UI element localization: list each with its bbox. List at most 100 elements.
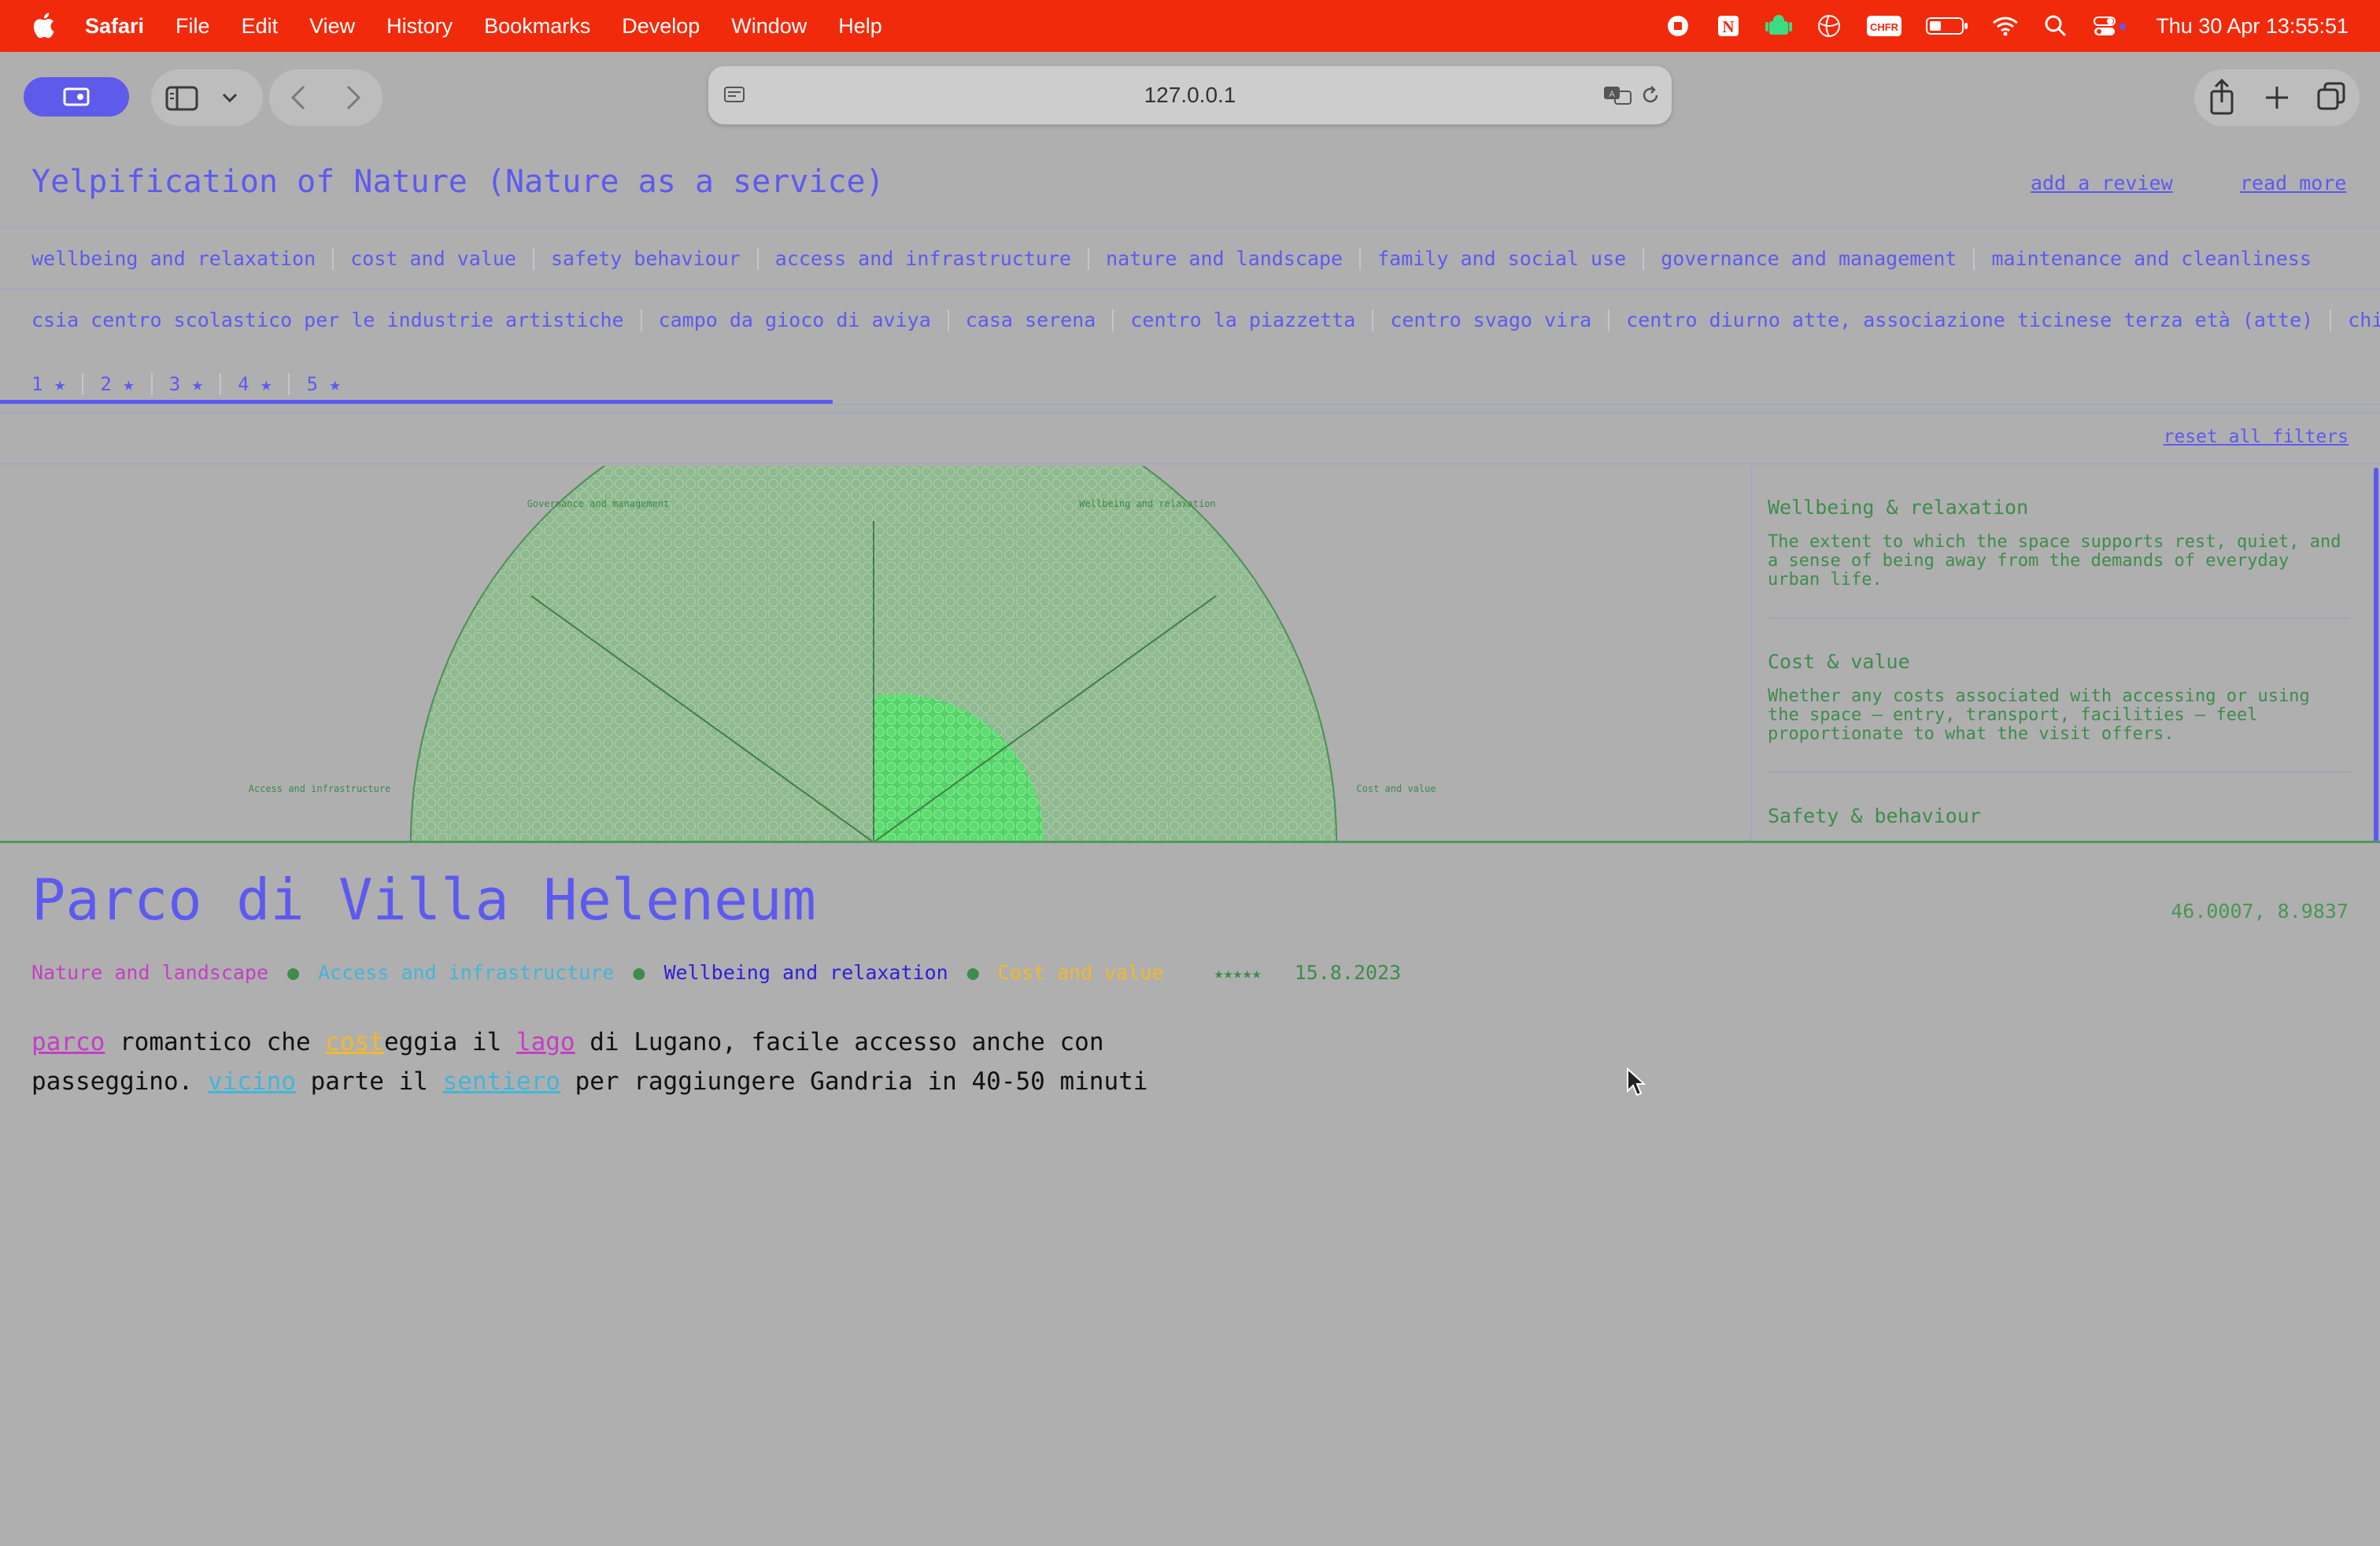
chfr-icon[interactable]: CHFR <box>1866 13 1902 39</box>
browser-window: 127.0.0.1 A Yelpification of Nature (Nat… <box>0 52 2380 1546</box>
category-filter[interactable]: access and infrastructure <box>775 247 1071 270</box>
category-filter[interactable]: governance and management <box>1661 247 1957 270</box>
definition-divider <box>1768 771 2350 773</box>
highlight-nature[interactable]: parco <box>31 1028 105 1056</box>
svg-text:CHFR: CHFR <box>1870 21 1899 33</box>
reload-icon[interactable] <box>1639 83 1662 107</box>
forward-icon[interactable] <box>326 69 382 126</box>
places-divider <box>0 404 2380 405</box>
review-fragment: passeggino. <box>31 1067 208 1096</box>
definition-title: Safety & behaviour <box>1768 804 1981 827</box>
review-fragment: per raggiungere Gandria in 40-50 minuti <box>560 1067 1148 1096</box>
place-filter[interactable]: casa serena <box>966 309 1096 331</box>
new-tab-icon[interactable] <box>2249 69 2304 126</box>
star-filter[interactable]: 5 ★ <box>306 373 340 395</box>
star-filter[interactable]: 3 ★ <box>169 373 203 395</box>
definition-cost: Cost & value Whether any costs associate… <box>1768 650 2350 744</box>
definition-text: Whether any costs associated with access… <box>1768 686 2310 744</box>
definition-title: Wellbeing & relaxation <box>1768 496 2029 519</box>
menu-window[interactable]: Window <box>731 14 807 39</box>
star-filter[interactable]: 2 ★ <box>100 373 134 395</box>
highlight-nature[interactable]: lago <box>516 1028 575 1056</box>
review-radial-chart: Governance and management Wellbeing and … <box>0 466 1750 842</box>
category-filter[interactable]: safety behaviour <box>551 247 741 270</box>
highlight-access[interactable]: sentiero <box>443 1067 560 1096</box>
definitions-scrollbar[interactable] <box>2374 468 2378 842</box>
place-filter[interactable]: campo da gioco di aviya <box>659 309 931 331</box>
place-filter[interactable]: centro svago vira <box>1390 309 1591 331</box>
menubar-clock[interactable]: Thu 30 Apr 13:55:51 <box>2156 14 2349 39</box>
menu-file[interactable]: File <box>176 14 210 39</box>
apple-logo-icon[interactable] <box>31 11 55 39</box>
reset-filters-link[interactable]: reset all filters <box>2164 427 2349 447</box>
tag-access[interactable]: Access and infrastructure <box>318 961 614 984</box>
chart-label-access: Access and infrastructure <box>249 783 391 794</box>
definition-divider <box>1768 617 2350 619</box>
review-date: 15.8.2023 <box>1294 961 1402 984</box>
review-detail: Parco di Villa Heleneum 46.0007, 8.9837 … <box>0 843 2380 1546</box>
android-icon[interactable] <box>1765 13 1793 39</box>
star-filters: 1 ★ 2 ★ 3 ★ 4 ★ 5 ★ <box>31 373 341 395</box>
spotlight-search-icon[interactable] <box>2042 13 2069 39</box>
menu-view[interactable]: View <box>309 14 355 39</box>
place-filter[interactable]: centro la piazzetta <box>1130 309 1355 331</box>
star-filter[interactable]: 1 ★ <box>31 373 65 395</box>
tag-separator: ● <box>633 961 645 984</box>
review-fragment: parte il <box>295 1067 443 1096</box>
menu-bookmarks[interactable]: Bookmarks <box>484 14 590 39</box>
svg-text:A: A <box>1609 90 1615 99</box>
category-filters: wellbeing and relaxation cost and value … <box>31 247 2312 270</box>
browser-toolbar: 127.0.0.1 A <box>0 52 2380 145</box>
battery-icon[interactable] <box>1926 13 1968 39</box>
menu-edit[interactable]: Edit <box>242 14 279 39</box>
highlight-cost[interactable]: cost <box>325 1028 384 1056</box>
address-bar[interactable]: 127.0.0.1 A <box>708 66 1672 124</box>
wifi-icon[interactable] <box>1992 13 2019 39</box>
definition-text: The extent to which the space supports r… <box>1768 532 2341 590</box>
vpn-globe-icon[interactable] <box>1816 13 1842 39</box>
highlight-access[interactable]: vicino <box>208 1067 296 1096</box>
share-icon[interactable] <box>2194 69 2249 126</box>
notion-icon[interactable]: N <box>1715 13 1742 39</box>
stop-record-icon[interactable] <box>1665 13 1691 39</box>
read-more-link[interactable]: read more <box>2240 172 2346 194</box>
menu-history[interactable]: History <box>386 14 453 39</box>
category-filter[interactable]: cost and value <box>350 247 516 270</box>
tag-wellbeing[interactable]: Wellbeing and relaxation <box>663 961 948 984</box>
tag-separator: ● <box>966 961 979 984</box>
category-filter[interactable]: wellbeing and relaxation <box>31 247 316 270</box>
place-name: Parco di Villa Heleneum <box>31 867 816 933</box>
category-filter[interactable]: nature and landscape <box>1106 247 1343 270</box>
control-center-icon[interactable] <box>2093 13 2129 39</box>
place-filters[interactable]: csia centro scolastico per le industrie … <box>31 309 2380 331</box>
profile-button[interactable] <box>24 77 129 117</box>
svg-text:N: N <box>1723 17 1735 36</box>
category-filter[interactable]: maintenance and cleanliness <box>1991 247 2311 270</box>
review-meta: Nature and landscape ● Access and infras… <box>31 961 1401 984</box>
tag-cost[interactable]: Cost and value <box>998 961 1164 984</box>
menu-help[interactable]: Help <box>838 14 882 39</box>
chart-label-governance: Governance and management <box>527 498 670 509</box>
place-filter[interactable]: csia centro scolastico per le industrie … <box>31 309 624 331</box>
category-definitions-panel[interactable]: Wellbeing & relaxation The extent to whi… <box>1750 466 2380 842</box>
category-filter[interactable]: family and social use <box>1377 247 1626 270</box>
stars-divider <box>0 412 2380 414</box>
url-text[interactable]: 127.0.0.1 <box>708 66 1672 124</box>
star-filter[interactable]: 4 ★ <box>238 373 272 395</box>
site-title[interactable]: Yelpification of Nature (Nature as a ser… <box>31 164 885 200</box>
tag-nature[interactable]: Nature and landscape <box>31 961 268 984</box>
tab-overview-icon[interactable] <box>2304 69 2360 126</box>
place-filter[interactable]: centro diurno atte, associazione ticines… <box>1626 309 2313 331</box>
sidebar-toggle-group <box>151 69 263 126</box>
window-actions-group <box>2194 69 2360 126</box>
sidebar-toggle-icon[interactable] <box>151 69 263 126</box>
back-icon[interactable] <box>269 69 326 126</box>
page-content: Yelpification of Nature (Nature as a ser… <box>0 145 2380 1546</box>
add-review-link[interactable]: add a review <box>2031 172 2173 194</box>
translate-icon[interactable]: A <box>1602 83 1634 107</box>
place-filter[interactable]: chiesa santa <box>2348 309 2380 331</box>
radial-chart-svg: Governance and management Wellbeing and … <box>249 466 1436 842</box>
menu-app-safari[interactable]: Safari <box>85 14 144 39</box>
menu-develop[interactable]: Develop <box>622 14 700 39</box>
definition-safety: Safety & behaviour <box>1768 804 2350 827</box>
